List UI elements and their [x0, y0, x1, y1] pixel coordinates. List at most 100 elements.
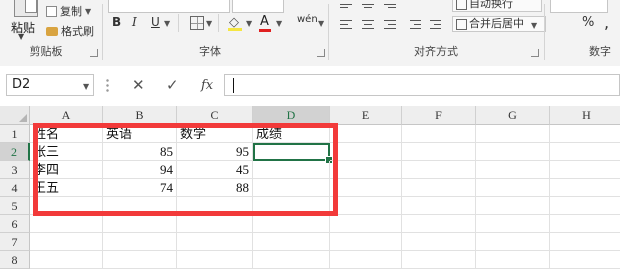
cell-b3[interactable]: 94 [103, 161, 177, 179]
cell-c1[interactable]: 数学 [177, 125, 253, 143]
cell-f6[interactable] [402, 215, 476, 233]
cell-g3[interactable] [476, 161, 550, 179]
cell-b6[interactable] [103, 215, 177, 233]
cell-h3[interactable] [550, 161, 620, 179]
cell-c4[interactable]: 88 [177, 179, 253, 197]
row-header-7[interactable]: 7 [0, 233, 30, 251]
cell-h5[interactable] [550, 197, 620, 215]
font-size-select[interactable] [232, 0, 284, 13]
cell-e8[interactable] [330, 251, 402, 269]
column-header-e[interactable]: E [330, 106, 402, 125]
cell-f5[interactable] [402, 197, 476, 215]
cancel-icon[interactable]: ✕ [132, 76, 145, 94]
cell-g6[interactable] [476, 215, 550, 233]
borders-icon[interactable] [190, 16, 204, 30]
cell-c5[interactable] [177, 197, 253, 215]
cell-d7[interactable] [253, 233, 330, 251]
cell-e7[interactable] [330, 233, 402, 251]
chevron-down-icon[interactable]: ▼ [83, 82, 89, 91]
cell-g4[interactable] [476, 179, 550, 197]
cell-h4[interactable] [550, 179, 620, 197]
cell-h6[interactable] [550, 215, 620, 233]
cell-h1[interactable] [550, 125, 620, 143]
cell-a5[interactable] [30, 197, 103, 215]
cell-b8[interactable] [103, 251, 177, 269]
cell-c6[interactable] [177, 215, 253, 233]
cell-d5[interactable] [253, 197, 330, 215]
cell-b2[interactable]: 85 [103, 143, 177, 161]
chevron-down-icon[interactable]: ▼ [531, 21, 537, 30]
format-painter-button[interactable]: 格式刷 [46, 23, 94, 39]
wrap-text-button[interactable]: 自动换行 [452, 0, 542, 12]
row-header-4[interactable]: 4 [0, 179, 30, 197]
italic-button[interactable]: I [132, 15, 137, 29]
cell-b4[interactable]: 74 [103, 179, 177, 197]
cell-d4[interactable] [253, 179, 330, 197]
font-launcher-icon[interactable] [317, 49, 325, 57]
cell-e3[interactable] [330, 161, 402, 179]
insert-function-button[interactable]: fx [201, 78, 213, 93]
cell-g7[interactable] [476, 233, 550, 251]
chevron-down-icon[interactable]: ▼ [318, 19, 324, 28]
number-format-select[interactable] [550, 0, 608, 13]
cell-c8[interactable] [177, 251, 253, 269]
cell-c3[interactable]: 45 [177, 161, 253, 179]
cell-e2[interactable] [330, 143, 402, 161]
copy-button[interactable]: 复制 ▼ [46, 3, 91, 19]
chevron-down-icon[interactable]: ▼ [246, 19, 252, 28]
cell-f4[interactable] [402, 179, 476, 197]
cell-h8[interactable] [550, 251, 620, 269]
cell-e5[interactable] [330, 197, 402, 215]
font-name-select[interactable] [108, 0, 230, 13]
cell-b1[interactable]: 英语 [103, 125, 177, 143]
row-header-1[interactable]: 1 [0, 125, 30, 143]
cell-a3[interactable]: 李四 [30, 161, 103, 179]
cell-f8[interactable] [402, 251, 476, 269]
bold-button[interactable]: B [112, 15, 121, 29]
cell-d6[interactable] [253, 215, 330, 233]
cell-a8[interactable] [30, 251, 103, 269]
cell-d8[interactable] [253, 251, 330, 269]
chevron-down-icon[interactable]: ▼ [164, 19, 170, 28]
cell-e6[interactable] [330, 215, 402, 233]
resize-handle-icon[interactable] [106, 78, 109, 92]
row-header-5[interactable]: 5 [0, 197, 30, 215]
cell-b7[interactable] [103, 233, 177, 251]
cell-d3[interactable] [253, 161, 330, 179]
cell-c7[interactable] [177, 233, 253, 251]
column-header-d[interactable]: D [253, 106, 330, 125]
formula-input[interactable] [224, 74, 620, 96]
cell-a4[interactable]: 王五 [30, 179, 103, 197]
cell-a2[interactable]: 张三 [30, 143, 103, 161]
cell-d1[interactable]: 成绩 [253, 125, 330, 143]
row-header-6[interactable]: 6 [0, 215, 30, 233]
cell-e4[interactable] [330, 179, 402, 197]
phonetic-guide-icon[interactable]: wén [297, 14, 318, 25]
row-header-8[interactable]: 8 [0, 251, 30, 269]
select-all-corner[interactable] [0, 106, 30, 125]
cell-c2[interactable]: 95 [177, 143, 253, 161]
comma-style-button[interactable]: , [604, 13, 609, 32]
cell-a7[interactable] [30, 233, 103, 251]
alignment-launcher-icon[interactable] [531, 49, 539, 57]
name-box[interactable]: D2 [6, 74, 94, 96]
cell-e1[interactable] [330, 125, 402, 143]
column-header-a[interactable]: A [30, 106, 103, 125]
cell-f7[interactable] [402, 233, 476, 251]
cell-f1[interactable] [402, 125, 476, 143]
chevron-down-icon[interactable]: ▼ [276, 19, 282, 28]
chevron-down-icon[interactable]: ▼ [206, 19, 212, 28]
row-header-2[interactable]: 2 [0, 143, 30, 161]
active-cell-d2[interactable] [253, 143, 333, 164]
enter-icon[interactable]: ✓ [166, 76, 179, 94]
clipboard-launcher-icon[interactable] [90, 49, 98, 57]
font-color-button[interactable]: A [260, 14, 269, 29]
cell-g2[interactable] [476, 143, 550, 161]
column-header-g[interactable]: G [476, 106, 550, 125]
cell-a6[interactable] [30, 215, 103, 233]
cell-a1[interactable]: 姓名 [30, 125, 103, 143]
column-header-f[interactable]: F [402, 106, 476, 125]
cell-f2[interactable] [402, 143, 476, 161]
cell-h7[interactable] [550, 233, 620, 251]
column-header-b[interactable]: B [103, 106, 177, 125]
